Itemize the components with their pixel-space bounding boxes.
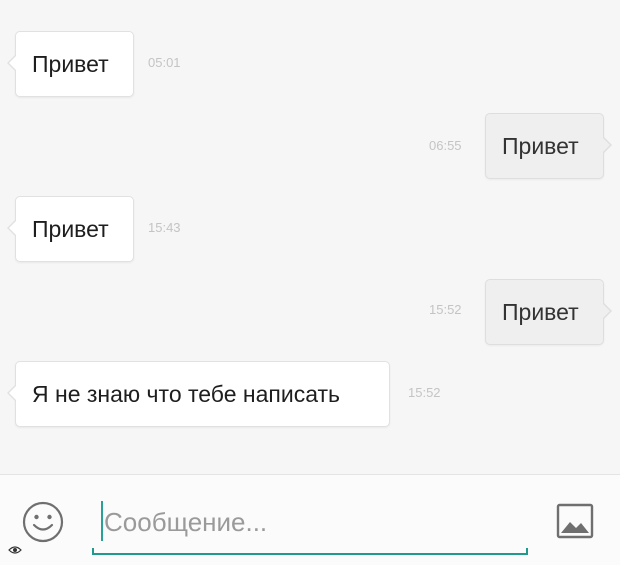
message-text: Привет [502,132,579,159]
message-bubble-incoming[interactable]: Привет [7,31,134,97]
message-text: Я не знаю что тебе написать [32,380,341,407]
message-timestamp: 06:55 [429,138,462,153]
message-bubble-outgoing[interactable]: Привет [485,113,612,179]
image-attach-icon[interactable] [556,503,594,539]
eye-watermark-icon [8,543,22,557]
message-text: Привет [502,298,579,325]
text-cursor [101,501,103,541]
message-text: Привет [32,50,109,77]
message-input[interactable] [104,503,504,541]
message-bubble-outgoing[interactable]: Привет [485,279,612,345]
smiley-face-icon[interactable] [22,501,64,543]
message-input-wrapper[interactable] [92,495,528,555]
message-composer [0,475,620,565]
message-bubble-incoming[interactable]: Я не знаю что тебе написать [7,361,390,427]
message-timestamp: 15:52 [429,302,462,317]
chat-message-list[interactable]: Привет 05:01 Привет 06:55 Привет 15:43 П… [0,0,620,474]
message-text: Привет [32,215,109,242]
message-timestamp: 05:01 [148,55,181,70]
input-underline [92,548,528,555]
message-timestamp: 15:52 [408,385,441,400]
message-bubble-incoming[interactable]: Привет [7,196,134,262]
message-timestamp: 15:43 [148,220,181,235]
